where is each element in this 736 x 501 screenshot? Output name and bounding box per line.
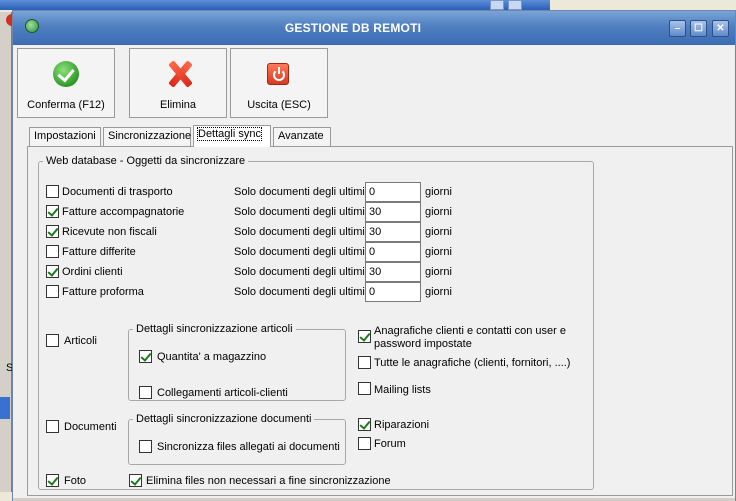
confirm-button[interactable]: Conferma (F12) [17,48,115,118]
document-checkbox-0[interactable] [46,185,59,198]
tab-avanzate-label: Avanzate [278,130,324,142]
days-suffix-label-1: giorni [425,206,452,218]
document-checkbox-2[interactable] [46,225,59,238]
exit-button[interactable]: Uscita (ESC) [230,48,328,118]
days-input-0[interactable]: 0 [365,182,421,202]
elimina-files-label: Elimina files non necessari a fine sincr… [146,475,391,487]
sincronizza-allegati-checkbox[interactable] [139,440,152,453]
days-suffix-label-2: giorni [425,226,452,238]
document-label-1: Fatture accompagnatorie [62,206,185,218]
anagrafiche-user-label-line1: Anagrafiche clienti e contatti con user … [374,325,567,337]
confirm-button-label: Conferma (F12) [27,99,105,111]
delete-button[interactable]: Elimina [129,48,227,118]
days-prefix-label-5: Solo documenti degli ultimi [234,286,365,298]
tab-dettagli-sync[interactable]: Dettagli sync [193,125,271,147]
background-minimize-button[interactable] [490,0,504,10]
anagrafiche-user-checkbox[interactable] [358,330,371,343]
close-button[interactable]: ✕ [712,20,729,37]
delete-button-label: Elimina [159,99,197,111]
days-input-4[interactable]: 30 [365,262,421,282]
days-suffix-label-3: giorni [425,246,452,258]
document-label-5: Fatture proforma [62,286,144,298]
days-prefix-label-2: Solo documenti degli ultimi [234,226,365,238]
tutte-anagrafiche-label: Tutte le anagrafiche (clienti, fornitori… [374,357,571,369]
quantita-magazzino-checkbox[interactable] [139,350,152,363]
dialog-title: GESTIONE DB REMOTI [284,21,422,35]
articoli-checkbox[interactable] [46,334,59,347]
tab-dettagli-sync-label: Dettagli sync [197,127,262,141]
articoli-details-legend: Dettagli sincronizzazione articoli [136,323,293,335]
tab-avanzate[interactable]: Avanzate [273,127,331,146]
days-prefix-label-4: Solo documenti degli ultimi [234,266,365,278]
articoli-label: Articoli [64,335,98,347]
forum-checkbox[interactable] [358,437,371,450]
power-icon [267,63,289,85]
tab-sincronizzazione-label: Sincronizzazione [108,130,192,142]
web-database-legend: Web database - Oggetti da sincronizzare [46,155,246,167]
sincronizza-allegati-label: Sincronizza files allegati ai documenti [157,441,340,453]
foto-checkbox[interactable] [46,474,59,487]
maximize-button[interactable]: ☐ [690,20,707,37]
delete-x-icon [165,59,195,89]
elimina-files-checkbox[interactable] [129,474,142,487]
days-prefix-label-1: Solo documenti degli ultimi [234,206,365,218]
anagrafiche-user-label-line2: password impostate [374,338,472,350]
gestione-db-remoti-dialog: GESTIONE DB REMOTI – ☐ ✕ Conferma (F12) … [12,10,736,501]
document-label-0: Documenti di trasporto [62,186,173,198]
tab-impostazioni-label: Impostazioni [34,130,96,142]
document-checkbox-1[interactable] [46,205,59,218]
days-input-2[interactable]: 30 [365,222,421,242]
tab-sincronizzazione[interactable]: Sincronizzazione [103,127,191,146]
days-input-1[interactable]: 30 [365,202,421,222]
tutte-anagrafiche-checkbox[interactable] [358,356,371,369]
tab-impostazioni[interactable]: Impostazioni [29,127,101,146]
days-prefix-label-3: Solo documenti degli ultimi [234,246,365,258]
days-suffix-label-0: giorni [425,186,452,198]
background-maximize-button[interactable] [508,0,522,10]
checkmark-icon [53,61,79,87]
documenti-details-legend: Dettagli sincronizzazione documenti [136,413,312,425]
collegamenti-articoli-clienti-checkbox[interactable] [139,386,152,399]
mailing-lists-checkbox[interactable] [358,382,371,395]
days-prefix-label-0: Solo documenti degli ultimi [234,186,365,198]
documenti-details-group: Dettagli sincronizzazione documenti [128,413,346,465]
collegamenti-articoli-clienti-label: Collegamenti articoli-clienti [157,387,288,399]
document-checkbox-5[interactable] [46,285,59,298]
days-input-3[interactable]: 0 [365,242,421,262]
document-label-2: Ricevute non fiscali [62,226,157,238]
minimize-button[interactable]: – [669,20,686,37]
days-input-5[interactable]: 0 [365,282,421,302]
days-suffix-label-4: giorni [425,266,452,278]
dialog-titlebar[interactable]: GESTIONE DB REMOTI – ☐ ✕ [13,11,735,45]
dettagli-sync-panel: Web database - Oggetti da sincronizzare … [27,146,733,496]
days-suffix-label-5: giorni [425,286,452,298]
document-checkbox-4[interactable] [46,265,59,278]
riparazioni-checkbox[interactable] [358,418,371,431]
background-titlebar [0,0,550,10]
mailing-lists-label: Mailing lists [374,384,431,396]
documenti-checkbox[interactable] [46,420,59,433]
riparazioni-label: Riparazioni [374,419,430,431]
quantita-magazzino-label: Quantita' a magazzino [157,351,267,363]
exit-button-label: Uscita (ESC) [247,99,311,111]
background-blue-button[interactable] [0,397,10,419]
document-label-4: Ordini clienti [62,266,123,278]
document-label-3: Fatture differite [62,246,136,258]
documenti-label: Documenti [64,421,117,433]
background-left-panel [0,12,12,492]
foto-label: Foto [64,475,87,487]
forum-label: Forum [374,438,406,450]
document-checkbox-3[interactable] [46,245,59,258]
